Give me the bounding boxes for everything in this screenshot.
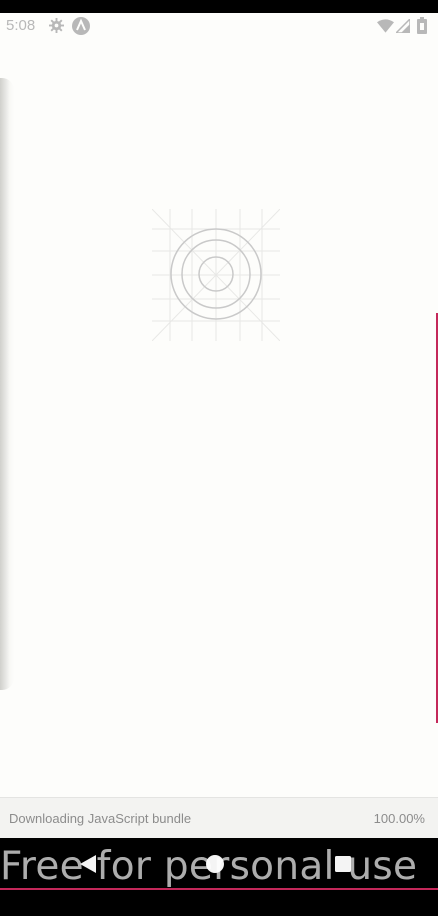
app-screen: 5:08 Downloading JavaScript bundle 100.0…: [0, 13, 438, 838]
progress-text: Downloading JavaScript bundle: [9, 811, 192, 826]
bottom-bezel: [0, 890, 438, 916]
battery-icon: [417, 17, 427, 34]
wifi-icon: [377, 19, 394, 33]
gear-icon: [49, 18, 64, 33]
signal-icon: [396, 19, 410, 33]
top-bezel: [0, 0, 438, 13]
a-notification-icon: [72, 17, 90, 35]
bundle-progress-bar: Downloading JavaScript bundle 100.00%: [0, 797, 438, 838]
navigation-bar: Free for personal use: [0, 838, 438, 890]
drawer-edge-shadow: [0, 78, 14, 690]
status-time: 5:08: [6, 17, 36, 34]
concentric-circles-grid-icon: [152, 209, 280, 341]
status-bar: 5:08: [0, 13, 438, 39]
watermark-text: Free for personal use: [0, 844, 418, 889]
progress-percent: 100.00%: [373, 811, 425, 826]
